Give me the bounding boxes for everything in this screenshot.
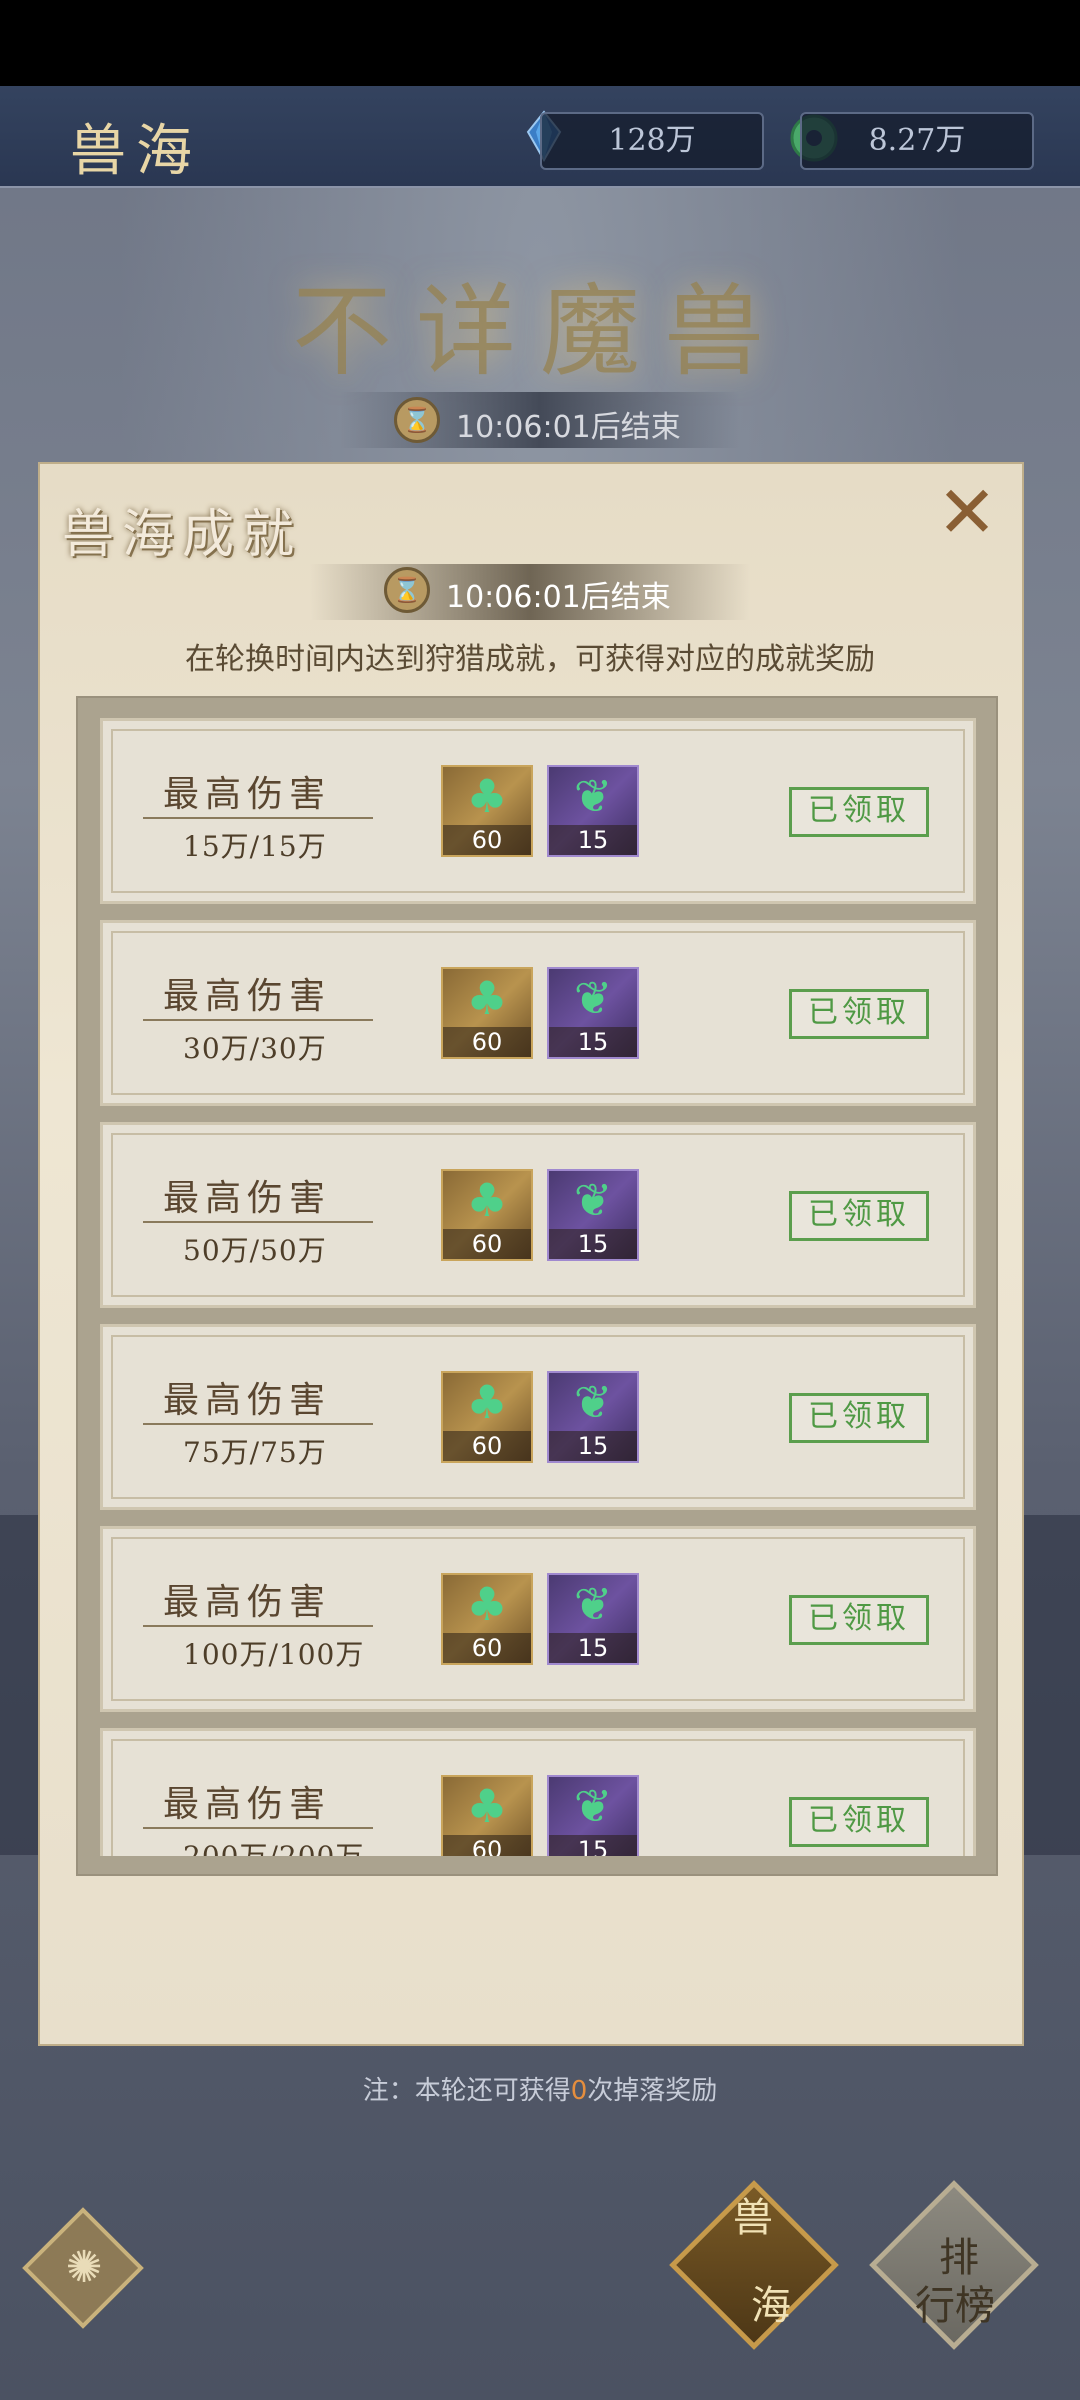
close-icon[interactable]: ✕ <box>934 476 1000 548</box>
jade-item-icon[interactable]: ♣ 60 <box>441 1371 533 1463</box>
claimed-stamp: 已领取 <box>789 989 929 1039</box>
event-title: 不详魔兽 <box>292 273 788 390</box>
reward-count: 15 <box>549 1229 637 1259</box>
reward-count: 60 <box>443 825 531 855</box>
crystal-resource: 128万 <box>540 112 764 170</box>
achievement-progress: 100万/100万 <box>183 1638 365 1671</box>
achievement-progress: 75万/75万 <box>183 1436 327 1469</box>
achievement-row: 最高伤害 100万/100万 ♣ 60 ❦ 15 已领取 <box>100 1526 976 1712</box>
achievement-progress: 200万/200万 <box>183 1835 364 1856</box>
modal-description: 在轮换时间内达到狩猎成就，可获得对应的成就奖励 <box>185 642 875 677</box>
scroll-item-icon[interactable]: ❦ 15 <box>547 1573 639 1665</box>
beast-sea-nav-label-2: 海 <box>751 2283 791 2329</box>
reward-count: 60 <box>443 1027 531 1057</box>
achievement-row: 最高伤害 30万/30万 ♣ 60 ❦ 15 已领取 <box>100 920 976 1106</box>
achievement-name: 最高伤害 <box>163 1178 332 1219</box>
ranking-nav-label-2: 行榜 <box>915 2283 995 2329</box>
claimed-stamp: 已领取 <box>789 1191 929 1241</box>
status-bar <box>0 0 1080 86</box>
scroll-item-icon[interactable]: ❦ 15 <box>547 1371 639 1463</box>
page-title: 兽海 <box>70 119 202 184</box>
ranking-nav-label-1: 排 <box>939 2235 979 2281</box>
scroll-item-icon[interactable]: ❦ 15 <box>547 765 639 857</box>
note-suffix: 次掉落奖励 <box>587 2076 718 2106</box>
modal-title: 兽海成就 <box>62 505 303 565</box>
achievement-progress: 30万/30万 <box>183 1032 327 1065</box>
jade-item-icon[interactable]: ♣ 60 <box>441 1169 533 1261</box>
jade-item-icon[interactable]: ♣ 60 <box>441 967 533 1059</box>
achievement-name: 最高伤害 <box>163 774 332 815</box>
drop-reward-note: 注：本轮还可获得0次掉落奖励 <box>0 2070 1080 2107</box>
claimed-stamp: 已领取 <box>789 1595 929 1645</box>
note-count: 0 <box>570 2076 588 2106</box>
achievement-progress: 15万/15万 <box>183 830 327 863</box>
achievement-progress: 50万/50万 <box>183 1234 327 1267</box>
scroll-item-icon[interactable]: ❦ 15 <box>547 967 639 1059</box>
hourglass-icon: ⌛ <box>394 397 440 443</box>
swirl-icon: ✺ <box>65 2242 103 2293</box>
beast-sea-nav-label-1: 兽 <box>733 2195 773 2241</box>
reward-count: 60 <box>443 1229 531 1259</box>
reward-count: 60 <box>443 1835 531 1856</box>
reward-count: 60 <box>443 1633 531 1663</box>
reward-count: 15 <box>549 1027 637 1057</box>
achievement-name: 最高伤害 <box>163 976 332 1017</box>
claimed-stamp: 已领取 <box>789 787 929 837</box>
hourglass-icon: ⌛ <box>384 567 430 613</box>
achievement-list[interactable]: 最高伤害 15万/15万 ♣ 60 ❦ 15 已领取 最高伤害 30万/30万 … <box>100 718 976 1856</box>
reward-count: 15 <box>549 1633 637 1663</box>
achievement-row: 最高伤害 75万/75万 ♣ 60 ❦ 15 已领取 <box>100 1324 976 1510</box>
jade-item-icon[interactable]: ♣ 60 <box>441 1775 533 1856</box>
top-bar: 兽海 128万 8.27万 <box>0 86 1080 188</box>
event-timer: 10:06:01后结束 <box>456 410 681 445</box>
scroll-item-icon[interactable]: ❦ 15 <box>547 1775 639 1856</box>
claimed-stamp: 已领取 <box>789 1797 929 1847</box>
claimed-stamp: 已领取 <box>789 1393 929 1443</box>
scroll-item-icon[interactable]: ❦ 15 <box>547 1169 639 1261</box>
jade-item-icon[interactable]: ♣ 60 <box>441 1573 533 1665</box>
achievement-row: 最高伤害 50万/50万 ♣ 60 ❦ 15 已领取 <box>100 1122 976 1308</box>
reward-count: 15 <box>549 1431 637 1461</box>
jade-resource: 8.27万 <box>800 112 1034 170</box>
reward-count: 15 <box>549 825 637 855</box>
note-prefix: 注：本轮还可获得 <box>362 2076 571 2106</box>
achievement-name: 最高伤害 <box>163 1784 332 1825</box>
achievement-row: 最高伤害 15万/15万 ♣ 60 ❦ 15 已领取 <box>100 718 976 904</box>
achievement-name: 最高伤害 <box>163 1582 332 1623</box>
jade-item-icon[interactable]: ♣ 60 <box>441 765 533 857</box>
achievement-name: 最高伤害 <box>163 1380 332 1421</box>
reward-count: 15 <box>549 1835 637 1856</box>
reward-count: 60 <box>443 1431 531 1461</box>
modal-timer: 10:06:01后结束 <box>446 580 671 615</box>
achievement-row: 最高伤害 200万/200万 ♣ 60 ❦ 15 已领取 <box>100 1728 976 1856</box>
